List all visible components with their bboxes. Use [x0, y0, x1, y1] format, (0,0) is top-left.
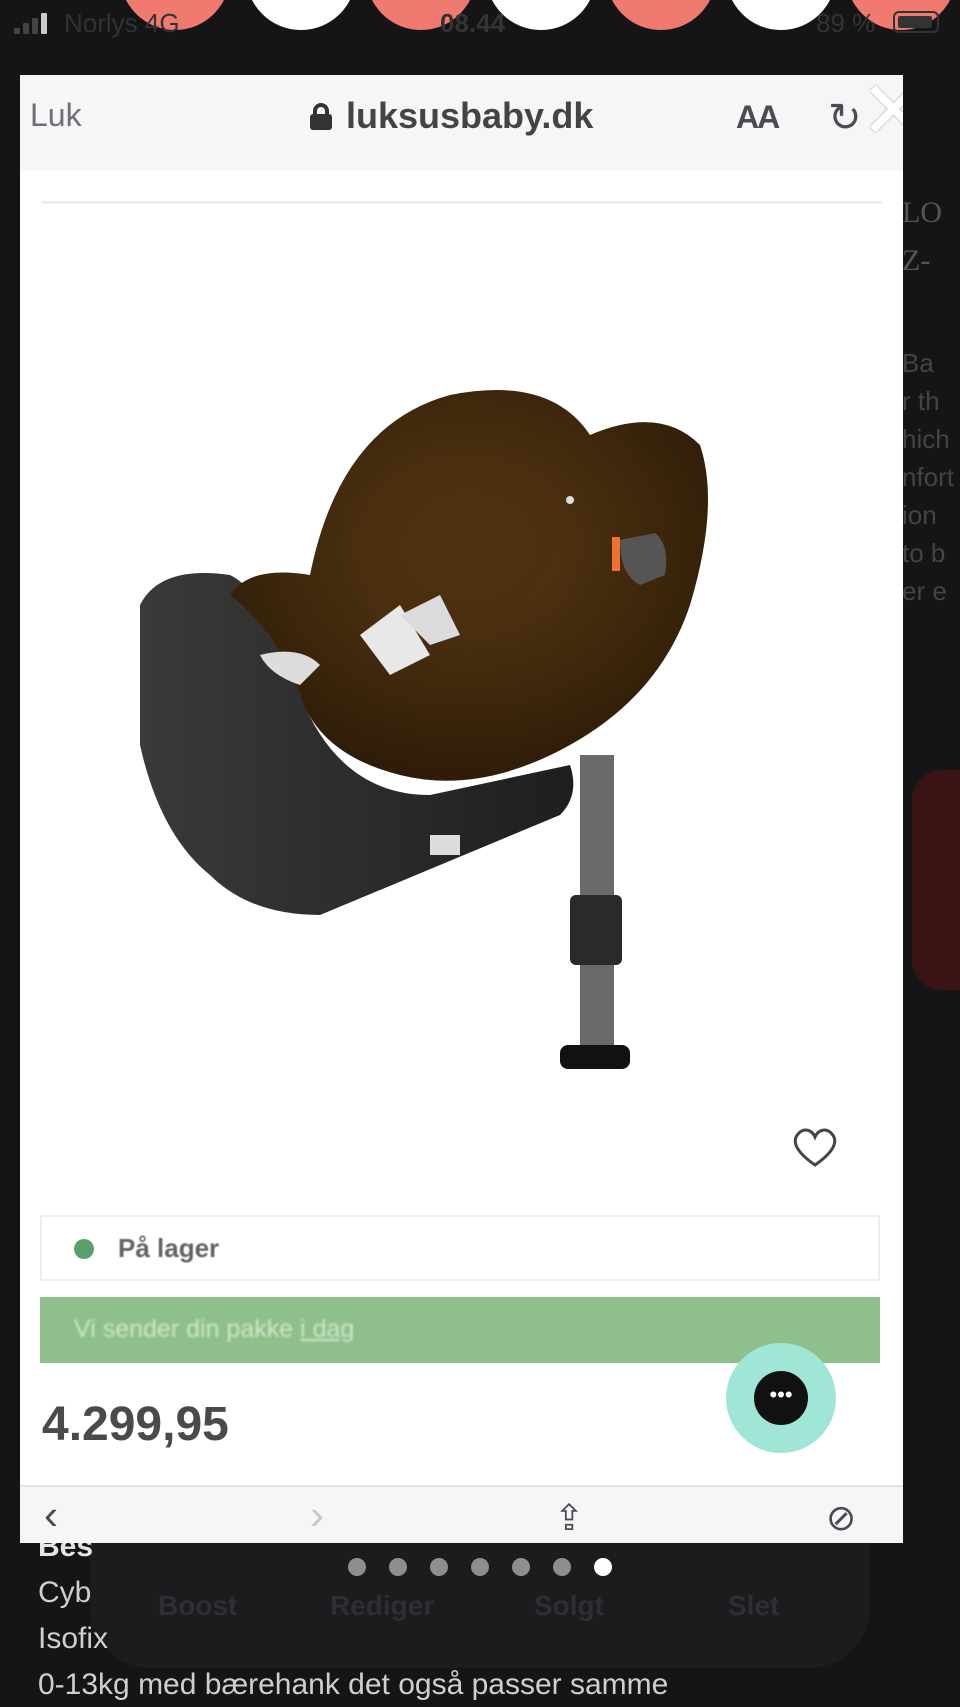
bg-circle	[606, 0, 716, 30]
bg-circle	[246, 0, 356, 30]
description-line: 0-13kg med bærehank det også passer samm…	[38, 1668, 669, 1701]
shipping-text: Vi sender din pakke i dag	[74, 1315, 354, 1344]
close-browser-button[interactable]: Luk	[30, 97, 82, 134]
clock: 08.44	[440, 8, 506, 38]
chat-bubble-icon: •••	[754, 1371, 808, 1425]
close-viewer-x-icon[interactable]: ✕	[860, 75, 903, 151]
bg-text-fragment: ion	[902, 500, 937, 530]
pager-dot[interactable]	[471, 1558, 489, 1576]
favorite-heart-icon[interactable]	[790, 1125, 840, 1169]
bg-heading-fragment: Z-	[902, 244, 931, 277]
pager-dot[interactable]	[389, 1558, 407, 1576]
image-viewer-modal: Luk luksusbaby.dk AA ↻ På lager Vi sende…	[20, 75, 903, 1543]
pager-dot-active[interactable]	[594, 1558, 612, 1576]
bg-heading-fragment: LO	[902, 196, 942, 229]
chat-button[interactable]: •••	[726, 1343, 836, 1453]
bg-text-fragment: Ba	[902, 348, 934, 378]
text-size-button[interactable]: AA	[736, 99, 780, 136]
description-line: Cyb	[38, 1576, 92, 1609]
stock-label: På lager	[118, 1233, 220, 1263]
compass-icon[interactable]: ⊘	[826, 1497, 856, 1539]
lock-icon	[310, 103, 332, 130]
product-image-car-seat	[140, 390, 708, 1069]
browser-url-bar: Luk luksusbaby.dk AA ↻	[20, 75, 903, 171]
bg-text-fragment: to b	[902, 538, 946, 568]
bg-image-fragment	[912, 770, 960, 990]
battery-percent: 89 %	[816, 8, 876, 38]
forward-chevron-icon[interactable]: ›	[310, 1491, 324, 1539]
url-domain[interactable]: luksusbaby.dk	[346, 95, 593, 137]
bg-text-fragment: er e	[902, 576, 947, 606]
shipping-link[interactable]: i dag	[300, 1315, 354, 1343]
stock-status-box: På lager	[40, 1215, 880, 1281]
product-price: 4.299,95	[42, 1398, 229, 1451]
battery-icon	[893, 11, 939, 33]
carrier-label: Norlys 4G	[64, 8, 180, 38]
back-chevron-icon[interactable]: ‹	[44, 1491, 58, 1539]
signal-icon	[14, 12, 48, 34]
reload-icon[interactable]: ↻	[828, 95, 862, 141]
bg-text-fragment: hich	[902, 424, 950, 454]
status-bar: Norlys 4G 08.44 89 %	[0, 0, 960, 46]
browser-toolbar: ‹ › ⇪ ⊘	[20, 1485, 903, 1543]
image-pager	[0, 1558, 960, 1578]
bg-text-fragment: nfort	[902, 462, 955, 492]
share-icon[interactable]: ⇪	[554, 1497, 584, 1539]
pager-dot[interactable]	[553, 1558, 571, 1576]
bg-text-fragment: r th	[902, 386, 940, 416]
in-stock-dot	[74, 1239, 94, 1259]
page-header-strip	[42, 171, 882, 204]
description-line: Isofix	[38, 1622, 109, 1655]
shipping-text-main: Vi sender din pakke	[74, 1315, 294, 1343]
pager-dot[interactable]	[512, 1558, 530, 1576]
background-page-right-edge: LO Z- Ba r th hich nfort ion to b er e	[902, 180, 960, 1080]
pager-dot[interactable]	[348, 1558, 366, 1576]
pager-dot[interactable]	[430, 1558, 448, 1576]
